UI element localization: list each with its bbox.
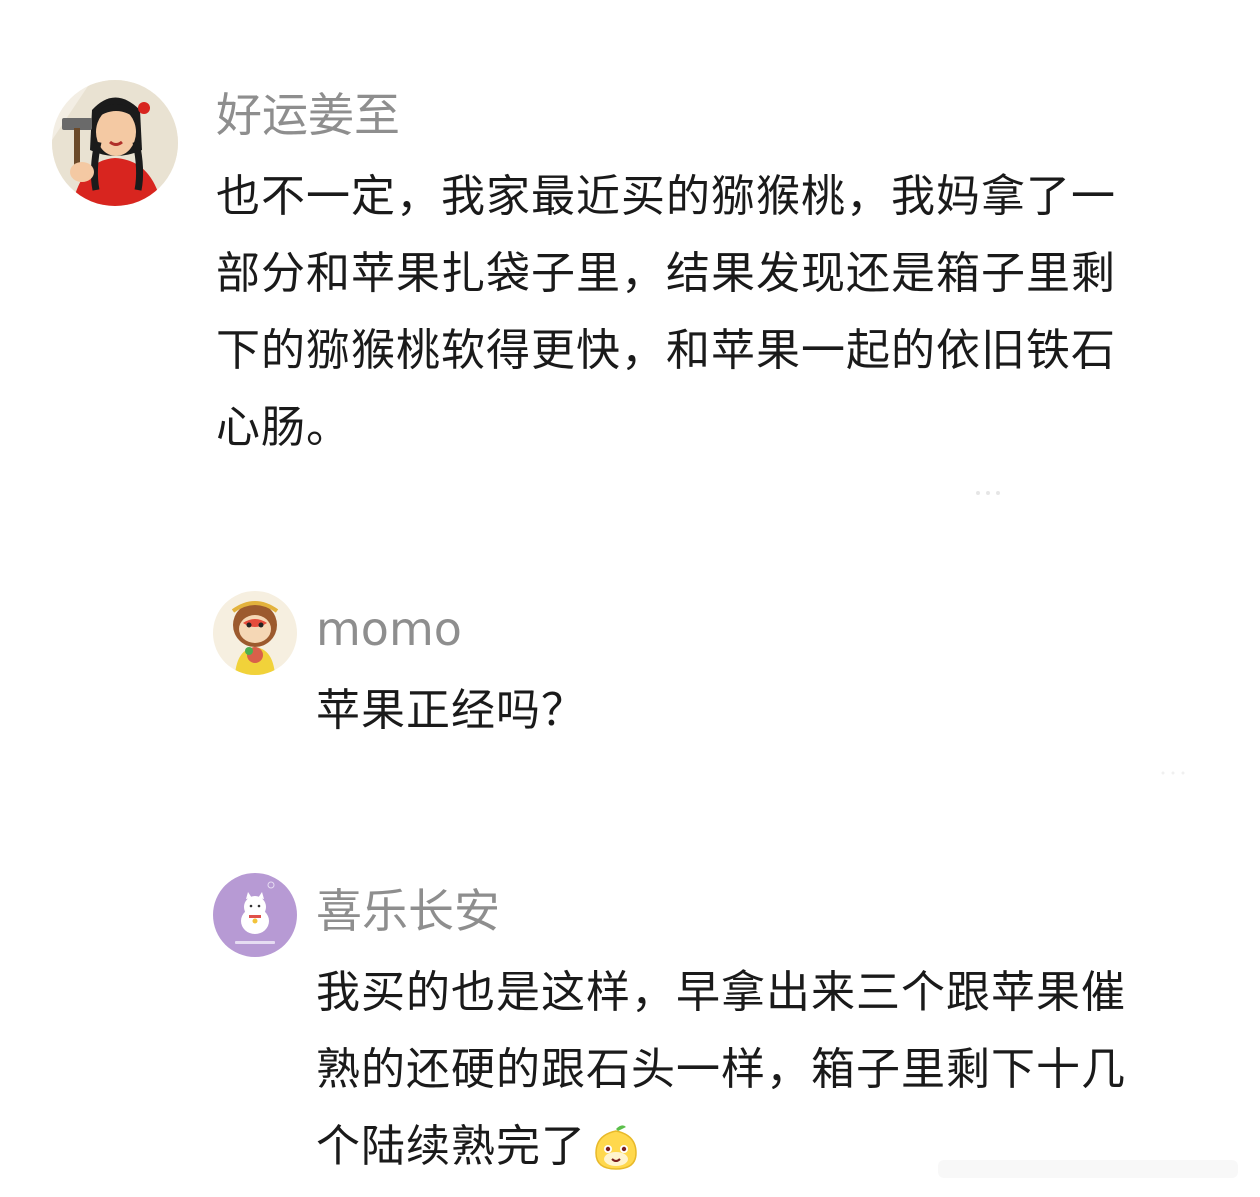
more-options-icon[interactable] — [1160, 770, 1186, 776]
comment-line: 下的猕猴桃软得更快，和苹果一起的依旧铁石 — [216, 325, 1116, 376]
comment-line: 苹果正经吗？ — [316, 685, 586, 736]
comment-line: 部分和苹果扎袋子里，结果发现还是箱子里剩 — [216, 248, 1116, 299]
comment-line: 心肠。 — [216, 402, 351, 453]
watermark — [938, 1160, 1238, 1178]
revolutionary-poster-girl-avatar — [52, 80, 178, 206]
comment-line: 个陆续熟完了 — [316, 1108, 1226, 1197]
comment-line: 我买的也是这样，早拿出来三个跟苹果催 — [316, 967, 1126, 1018]
avatar[interactable] — [52, 80, 178, 206]
username[interactable]: 喜乐长安 — [316, 883, 500, 939]
avatar[interactable] — [213, 873, 297, 957]
comment-line: 也不一定，我家最近买的猕猴桃，我妈拿了一 — [216, 171, 1116, 222]
comment-text: 苹果正经吗？ — [316, 672, 1216, 749]
smiling-mango-emoji — [590, 1120, 642, 1197]
username[interactable]: 好运姜至 — [216, 87, 400, 143]
monkey-king-avatar — [213, 591, 297, 675]
comment-line-text: 个陆续熟完了 — [316, 1121, 586, 1172]
lucky-cat-avatar — [213, 873, 297, 957]
avatar[interactable] — [213, 591, 297, 675]
username[interactable]: momo — [316, 601, 462, 657]
comment-line: 熟的还硬的跟石头一样，箱子里剩下十几 — [316, 1044, 1126, 1095]
comment-text: 也不一定，我家最近买的猕猴桃，我妈拿了一 部分和苹果扎袋子里，结果发现还是箱子里… — [216, 158, 1226, 466]
more-options-icon[interactable] — [975, 490, 1001, 496]
